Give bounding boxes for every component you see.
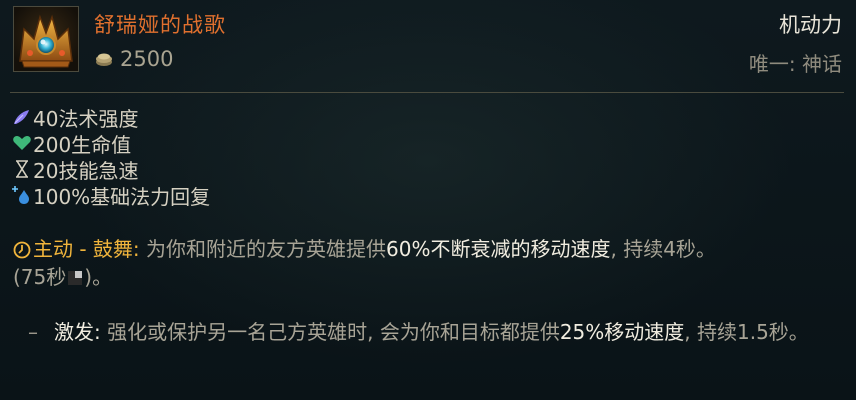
cooldown-text: (75秒 xyxy=(13,265,67,289)
active-text: 为你和附近的友方英雄提供 xyxy=(146,237,387,261)
stat-ability-haste: 20技能急速 xyxy=(11,156,210,183)
item-cost: 2500 xyxy=(94,47,173,71)
active-clock-icon xyxy=(13,241,31,259)
cost-value: 2500 xyxy=(120,47,174,71)
item-tooltip: 舒瑞娅的战歌 2500 机动力 唯一: 神话 40法术强度 200生命值 20技… xyxy=(0,0,856,400)
sub-effect: – 激发: 强化或保护另一名己方英雄时, 会为你和目标都提供25%移动速度, 持… xyxy=(28,318,840,346)
divider xyxy=(10,92,844,93)
gold-coin-icon xyxy=(96,53,112,66)
item-name: 舒瑞娅的战歌 xyxy=(94,13,226,37)
sub-text: 强化或保护另一名己方英雄时, 会为你和目标都提供 xyxy=(107,320,560,344)
active-highlight: 60%不断衰减的移动速度 xyxy=(386,237,611,261)
crown-icon xyxy=(13,6,79,72)
active-description: 主动 - 鼓舞: 为你和附近的友方英雄提供60%不断衰减的移动速度, 持续4秒。… xyxy=(13,235,836,291)
cooldown-icon xyxy=(68,271,83,285)
sub-label: 激发: xyxy=(54,320,101,344)
ability-power-icon xyxy=(14,110,29,124)
health-icon xyxy=(13,136,31,150)
item-category: 机动力 xyxy=(779,13,842,37)
sub-text-end: , 持续1.5秒。 xyxy=(684,320,809,344)
ability-haste-icon xyxy=(16,160,28,178)
stat-health: 200生命值 xyxy=(11,130,210,157)
stat-mana-regen: 100%基础法力回复 xyxy=(11,182,210,209)
sub-highlight: 25%移动速度 xyxy=(559,320,685,344)
stat-ability-power: 40法术强度 xyxy=(11,104,210,131)
active-text-end: , 持续4秒。 xyxy=(610,237,716,261)
bullet-dash: – xyxy=(28,320,38,344)
stats-list: 40法术强度 200生命值 20技能急速 100%基础法力回复 xyxy=(11,104,210,209)
cooldown-close: )。 xyxy=(84,265,113,289)
active-title: 主动 - 鼓舞: xyxy=(33,237,140,261)
mana-regen-icon xyxy=(12,186,29,204)
item-tag: 唯一: 神话 xyxy=(748,52,842,76)
